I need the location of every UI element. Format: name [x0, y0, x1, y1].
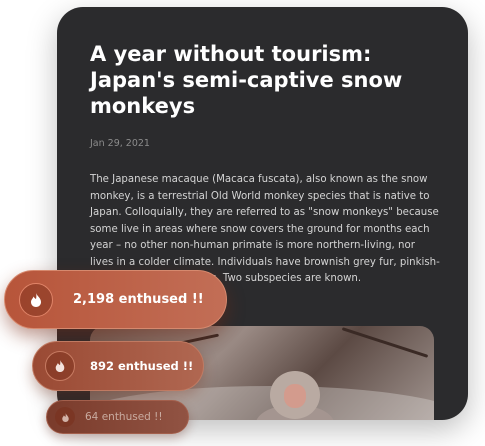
article-title: A year without tourism: Japan's semi-cap… — [90, 42, 403, 118]
reaction-label: 2,198 enthused !! — [73, 292, 204, 307]
flame-icon — [55, 407, 75, 427]
article-date: Jan 29, 2021 — [90, 138, 150, 149]
flame-icon — [19, 282, 53, 317]
reaction-pill-small[interactable]: 64 enthused !! — [46, 400, 189, 434]
reaction-label: 64 enthused !! — [85, 411, 163, 423]
reaction-label: 892 enthused !! — [90, 359, 194, 373]
flame-icon — [45, 351, 75, 381]
reaction-pill-large[interactable]: 2,198 enthused !! — [4, 270, 227, 329]
reaction-pill-medium[interactable]: 892 enthused !! — [32, 341, 204, 391]
